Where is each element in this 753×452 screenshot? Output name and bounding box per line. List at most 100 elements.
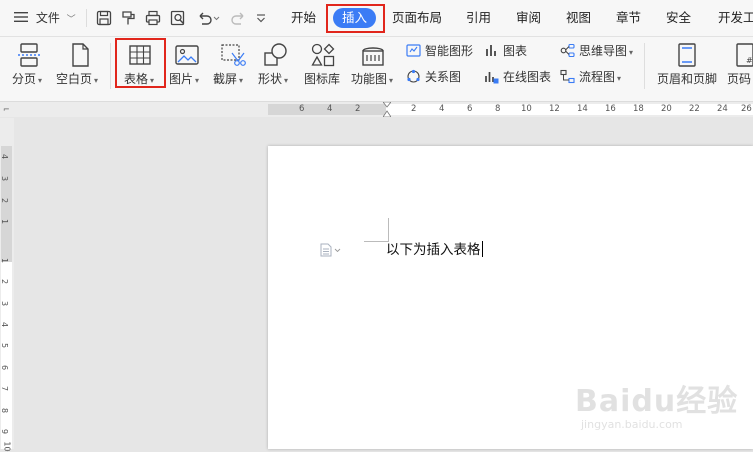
indent-marker[interactable] bbox=[382, 101, 392, 118]
insert-ribbon: 分页 ▾ 空白页 ▾ 表格 ▾ 图片 ▾ 截屏 ▾ 形状 ▾ 图标库 功能图 ▾… bbox=[0, 37, 753, 102]
ruler-tick-label: 18 bbox=[633, 104, 644, 114]
margin-corner-mark bbox=[364, 241, 388, 242]
smart-shape-icon bbox=[406, 44, 421, 57]
table-button-highlight bbox=[115, 38, 166, 88]
format-painter-icon[interactable] bbox=[119, 9, 137, 27]
watermark-sub: jingyan.baidu.com bbox=[581, 418, 683, 431]
online-chart-label: 在线图表 bbox=[503, 70, 552, 84]
page-break-label: 分页 bbox=[12, 72, 37, 86]
ruler-tick-label: 24 bbox=[717, 104, 728, 114]
ruler-tick-label: 2 bbox=[355, 104, 361, 114]
mind-map-icon bbox=[560, 43, 575, 58]
page-break-icon bbox=[15, 41, 43, 69]
page-number-label: 页码 bbox=[727, 72, 752, 86]
ruler-tick-label: 6 bbox=[0, 364, 10, 371]
ruler-tick-label: 16 bbox=[605, 104, 616, 114]
chart-icon bbox=[486, 45, 496, 56]
print-preview-icon[interactable] bbox=[169, 9, 187, 27]
menu-bar: 文件 ﹀ 开始 插入 页面布局 引用 审阅 视图 章节 安全 开发工 bbox=[0, 0, 753, 37]
ruler-tick-label: 20 bbox=[661, 104, 672, 114]
redo-icon[interactable] bbox=[229, 9, 247, 27]
ruler-tick-label: 2 bbox=[0, 278, 10, 285]
ruler-tick-label: 14 bbox=[577, 104, 588, 114]
page-number-icon: # bbox=[733, 41, 753, 69]
ruler-tick-label: 10 bbox=[521, 104, 532, 114]
ruler-tick-label: 8 bbox=[495, 104, 501, 114]
function-chart-label: 功能图 bbox=[351, 72, 388, 86]
picture-icon bbox=[173, 41, 201, 69]
screenshot-button[interactable]: 截屏 ▾ bbox=[212, 37, 252, 97]
ruler-tick-label: 10 bbox=[2, 441, 12, 452]
function-chart-icon bbox=[359, 41, 387, 69]
file-menu-label: 文件 bbox=[35, 11, 60, 25]
flowchart-icon bbox=[560, 69, 575, 84]
tab-section[interactable]: 章节 bbox=[616, 9, 641, 27]
screenshot-label: 截屏 bbox=[213, 72, 238, 86]
tab-view[interactable]: 视图 bbox=[566, 9, 591, 27]
flowchart-button[interactable]: 流程图 ▾ bbox=[560, 68, 621, 86]
icon-library-button[interactable]: 图标库 bbox=[301, 37, 345, 97]
header-footer-label: 页眉和页脚 bbox=[657, 72, 718, 86]
print-icon[interactable] bbox=[144, 9, 162, 27]
online-chart-button[interactable]: 在线图表 bbox=[484, 68, 551, 86]
shape-icon bbox=[262, 41, 290, 69]
ruler-tick-label: 1 bbox=[0, 257, 10, 264]
tab-references[interactable]: 引用 bbox=[466, 9, 491, 27]
watermark-main: Baidu经验 bbox=[575, 384, 739, 419]
ruler-tick-label: 5 bbox=[0, 342, 10, 349]
page-number-button[interactable]: # 页码 bbox=[727, 37, 753, 97]
tab-review[interactable]: 审阅 bbox=[516, 9, 541, 27]
tab-developer[interactable]: 开发工 bbox=[718, 9, 753, 27]
tab-page-layout[interactable]: 页面布局 bbox=[392, 9, 442, 27]
page-break-button[interactable]: 分页 ▾ bbox=[8, 37, 48, 97]
baidu-watermark: Baidu经验 jingyan.baidu.com bbox=[575, 362, 737, 442]
header-footer-icon bbox=[673, 41, 701, 69]
paragraph-options-icon[interactable] bbox=[320, 243, 342, 257]
online-chart-icon bbox=[485, 72, 499, 84]
quick-access-more-icon[interactable] bbox=[255, 9, 267, 27]
relation-chart-button[interactable]: 关系图 bbox=[406, 68, 461, 86]
header-footer-button[interactable]: 页眉和页脚 bbox=[654, 37, 720, 97]
ruler-tick-label: 4 bbox=[327, 104, 333, 114]
blank-page-label: 空白页 bbox=[56, 72, 93, 86]
relation-chart-icon bbox=[407, 69, 420, 83]
chart-button[interactable]: 图表 bbox=[484, 42, 527, 60]
ruler-tick-label: 7 bbox=[0, 385, 10, 392]
tab-stop-icon[interactable]: ⌐ bbox=[3, 105, 10, 114]
document-paragraph[interactable]: 以下为插入表格 bbox=[386, 241, 483, 259]
mind-map-label: 思维导图 bbox=[579, 44, 628, 58]
undo-icon[interactable] bbox=[196, 9, 222, 27]
smart-shape-button[interactable]: 智能图形 bbox=[406, 42, 473, 60]
ruler-tick-label: 4 bbox=[439, 104, 445, 114]
chart-label: 图表 bbox=[503, 44, 528, 58]
picture-label: 图片 bbox=[169, 72, 194, 86]
function-chart-button[interactable]: 功能图 ▾ bbox=[350, 37, 398, 97]
mind-map-button[interactable]: 思维导图 ▾ bbox=[560, 42, 633, 60]
picture-button[interactable]: 图片 ▾ bbox=[168, 37, 208, 97]
chevron-down-icon: ﹀ bbox=[66, 15, 76, 25]
margin-corner-mark bbox=[388, 218, 389, 242]
smart-shape-label: 智能图形 bbox=[425, 44, 474, 58]
tab-home[interactable]: 开始 bbox=[291, 9, 316, 27]
horizontal-ruler: ⌐ 6 4 2 2 4 6 8 10 12 14 16 18 20 22 24 … bbox=[0, 101, 753, 118]
flowchart-label: 流程图 bbox=[579, 70, 616, 84]
text-cursor bbox=[481, 241, 483, 257]
ruler-tick-label: 6 bbox=[467, 104, 473, 114]
ruler-tick-label: 12 bbox=[549, 104, 560, 114]
blank-page-icon bbox=[66, 41, 94, 69]
ruler-tick-label: 1 bbox=[0, 218, 10, 225]
screenshot-icon bbox=[218, 41, 246, 69]
tab-security[interactable]: 安全 bbox=[666, 9, 691, 27]
icon-library-label: 图标库 bbox=[304, 72, 341, 86]
shape-label: 形状 bbox=[258, 72, 283, 86]
icon-library-icon bbox=[309, 41, 337, 69]
shape-button[interactable]: 形状 ▾ bbox=[256, 37, 296, 97]
save-icon[interactable] bbox=[95, 9, 113, 27]
svg-text:#: # bbox=[746, 56, 753, 65]
ruler-tick-label: 3 bbox=[0, 300, 10, 307]
ruler-tick-label: 9 bbox=[0, 428, 10, 435]
ruler-tick-label: 6 bbox=[299, 104, 305, 114]
insert-tab-highlight bbox=[326, 4, 385, 33]
file-menu[interactable]: 文件 ﹀ bbox=[14, 0, 76, 36]
blank-page-button[interactable]: 空白页 ▾ bbox=[54, 37, 104, 97]
